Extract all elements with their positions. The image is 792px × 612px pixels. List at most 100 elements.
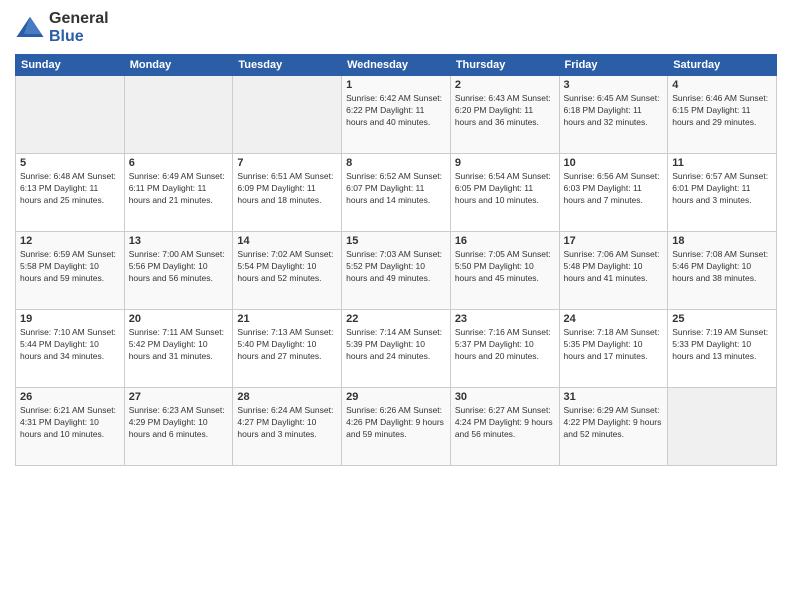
calendar-cell: 28 Sunrise: 6:24 AM Sunset: 4:27 PM Dayli… bbox=[233, 388, 342, 466]
day-number: 7 bbox=[237, 157, 337, 169]
day-number: 30 bbox=[455, 391, 555, 403]
day-detail: Sunrise: 6:51 AM Sunset: 6:09 PM Dayligh… bbox=[237, 171, 337, 207]
calendar-cell: 7 Sunrise: 6:51 AM Sunset: 6:09 PM Daylig… bbox=[233, 154, 342, 232]
day-number: 24 bbox=[564, 313, 664, 325]
day-detail: Sunrise: 7:03 AM Sunset: 5:52 PM Dayligh… bbox=[346, 249, 446, 285]
day-number: 15 bbox=[346, 235, 446, 247]
day-header-monday: Monday bbox=[124, 55, 233, 76]
day-number: 23 bbox=[455, 313, 555, 325]
calendar-cell: 5 Sunrise: 6:48 AM Sunset: 6:13 PM Daylig… bbox=[16, 154, 125, 232]
calendar-table: SundayMondayTuesdayWednesdayThursdayFrid… bbox=[15, 54, 777, 466]
calendar-cell bbox=[668, 388, 777, 466]
day-number: 20 bbox=[129, 313, 229, 325]
day-number: 27 bbox=[129, 391, 229, 403]
day-number: 21 bbox=[237, 313, 337, 325]
day-number: 1 bbox=[346, 79, 446, 91]
calendar-cell: 25 Sunrise: 7:19 AM Sunset: 5:33 PM Dayli… bbox=[668, 310, 777, 388]
day-detail: Sunrise: 6:56 AM Sunset: 6:03 PM Dayligh… bbox=[564, 171, 664, 207]
calendar-cell: 9Sunrise: 6:54 AM Sunset: 6:05 PM Daylig… bbox=[450, 154, 559, 232]
day-detail: Sunrise: 7:14 AM Sunset: 5:39 PM Dayligh… bbox=[346, 327, 446, 363]
day-detail: Sunrise: 6:26 AM Sunset: 4:26 PM Dayligh… bbox=[346, 405, 446, 441]
day-detail: Sunrise: 7:18 AM Sunset: 5:35 PM Dayligh… bbox=[564, 327, 664, 363]
day-detail: Sunrise: 7:19 AM Sunset: 5:33 PM Dayligh… bbox=[672, 327, 772, 363]
calendar-cell: 14 Sunrise: 7:02 AM Sunset: 5:54 PM Dayli… bbox=[233, 232, 342, 310]
day-header-friday: Friday bbox=[559, 55, 668, 76]
day-number: 8 bbox=[346, 157, 446, 169]
calendar-cell: 8 Sunrise: 6:52 AM Sunset: 6:07 PM Daylig… bbox=[342, 154, 451, 232]
calendar-cell bbox=[124, 76, 233, 154]
day-detail: Sunrise: 6:54 AM Sunset: 6:05 PM Dayligh… bbox=[455, 171, 555, 207]
day-number: 25 bbox=[672, 313, 772, 325]
calendar-cell: 23 Sunrise: 7:16 AM Sunset: 5:37 PM Dayli… bbox=[450, 310, 559, 388]
calendar-cell: 17 Sunrise: 7:06 AM Sunset: 5:48 PM Dayli… bbox=[559, 232, 668, 310]
day-number: 5 bbox=[20, 157, 120, 169]
calendar-cell: 12 Sunrise: 6:59 AM Sunset: 5:58 PM Dayli… bbox=[16, 232, 125, 310]
header: General Blue bbox=[15, 10, 777, 46]
day-number: 28 bbox=[237, 391, 337, 403]
day-number: 17 bbox=[564, 235, 664, 247]
day-number: 16 bbox=[455, 235, 555, 247]
day-number: 2 bbox=[455, 79, 555, 91]
day-number: 10 bbox=[564, 157, 664, 169]
day-number: 13 bbox=[129, 235, 229, 247]
calendar-cell: 19 Sunrise: 7:10 AM Sunset: 5:44 PM Dayli… bbox=[16, 310, 125, 388]
day-number: 11 bbox=[672, 157, 772, 169]
day-detail: Sunrise: 7:05 AM Sunset: 5:50 PM Dayligh… bbox=[455, 249, 555, 285]
day-number: 12 bbox=[20, 235, 120, 247]
calendar-cell: 18Sunrise: 7:08 AM Sunset: 5:46 PM Dayli… bbox=[668, 232, 777, 310]
calendar-cell: 10 Sunrise: 6:56 AM Sunset: 6:03 PM Dayli… bbox=[559, 154, 668, 232]
calendar-cell: 21 Sunrise: 7:13 AM Sunset: 5:40 PM Dayli… bbox=[233, 310, 342, 388]
day-detail: Sunrise: 6:27 AM Sunset: 4:24 PM Dayligh… bbox=[455, 405, 555, 441]
day-number: 31 bbox=[564, 391, 664, 403]
calendar-cell: 30 Sunrise: 6:27 AM Sunset: 4:24 PM Dayli… bbox=[450, 388, 559, 466]
week-row-1: 1 Sunrise: 6:42 AM Sunset: 6:22 PM Daylig… bbox=[16, 76, 777, 154]
day-detail: Sunrise: 7:11 AM Sunset: 5:42 PM Dayligh… bbox=[129, 327, 229, 363]
calendar-cell: 22 Sunrise: 7:14 AM Sunset: 5:39 PM Dayli… bbox=[342, 310, 451, 388]
day-detail: Sunrise: 6:57 AM Sunset: 6:01 PM Dayligh… bbox=[672, 171, 772, 207]
day-detail: Sunrise: 6:52 AM Sunset: 6:07 PM Dayligh… bbox=[346, 171, 446, 207]
day-number: 26 bbox=[20, 391, 120, 403]
day-number: 3 bbox=[564, 79, 664, 91]
calendar-cell: 20 Sunrise: 7:11 AM Sunset: 5:42 PM Dayli… bbox=[124, 310, 233, 388]
day-number: 14 bbox=[237, 235, 337, 247]
calendar-cell: 4Sunrise: 6:46 AM Sunset: 6:15 PM Daylig… bbox=[668, 76, 777, 154]
calendar-cell bbox=[16, 76, 125, 154]
day-detail: Sunrise: 6:29 AM Sunset: 4:22 PM Dayligh… bbox=[564, 405, 664, 441]
day-number: 4 bbox=[672, 79, 772, 91]
day-header-sunday: Sunday bbox=[16, 55, 125, 76]
day-detail: Sunrise: 7:16 AM Sunset: 5:37 PM Dayligh… bbox=[455, 327, 555, 363]
day-detail: Sunrise: 6:49 AM Sunset: 6:11 PM Dayligh… bbox=[129, 171, 229, 207]
week-row-3: 12 Sunrise: 6:59 AM Sunset: 5:58 PM Dayli… bbox=[16, 232, 777, 310]
day-detail: Sunrise: 7:10 AM Sunset: 5:44 PM Dayligh… bbox=[20, 327, 120, 363]
calendar-cell: 16 Sunrise: 7:05 AM Sunset: 5:50 PM Dayli… bbox=[450, 232, 559, 310]
calendar-cell: 1 Sunrise: 6:42 AM Sunset: 6:22 PM Daylig… bbox=[342, 76, 451, 154]
logo-icon bbox=[15, 13, 45, 43]
page: General Blue SundayMondayTuesdayWednesda… bbox=[0, 0, 792, 612]
day-header-wednesday: Wednesday bbox=[342, 55, 451, 76]
day-detail: Sunrise: 7:06 AM Sunset: 5:48 PM Dayligh… bbox=[564, 249, 664, 285]
day-detail: Sunrise: 6:48 AM Sunset: 6:13 PM Dayligh… bbox=[20, 171, 120, 207]
logo-text: General Blue bbox=[49, 10, 109, 46]
day-detail: Sunrise: 6:42 AM Sunset: 6:22 PM Dayligh… bbox=[346, 93, 446, 129]
day-header-thursday: Thursday bbox=[450, 55, 559, 76]
day-detail: Sunrise: 7:13 AM Sunset: 5:40 PM Dayligh… bbox=[237, 327, 337, 363]
calendar-cell: 15 Sunrise: 7:03 AM Sunset: 5:52 PM Dayli… bbox=[342, 232, 451, 310]
week-row-4: 19 Sunrise: 7:10 AM Sunset: 5:44 PM Dayli… bbox=[16, 310, 777, 388]
day-number: 22 bbox=[346, 313, 446, 325]
day-detail: Sunrise: 6:24 AM Sunset: 4:27 PM Dayligh… bbox=[237, 405, 337, 441]
day-detail: Sunrise: 6:59 AM Sunset: 5:58 PM Dayligh… bbox=[20, 249, 120, 285]
day-header-tuesday: Tuesday bbox=[233, 55, 342, 76]
day-number: 19 bbox=[20, 313, 120, 325]
calendar-cell: 24 Sunrise: 7:18 AM Sunset: 5:35 PM Dayli… bbox=[559, 310, 668, 388]
day-detail: Sunrise: 6:23 AM Sunset: 4:29 PM Dayligh… bbox=[129, 405, 229, 441]
calendar-cell: 29 Sunrise: 6:26 AM Sunset: 4:26 PM Dayli… bbox=[342, 388, 451, 466]
calendar-cell bbox=[233, 76, 342, 154]
day-detail: Sunrise: 7:00 AM Sunset: 5:56 PM Dayligh… bbox=[129, 249, 229, 285]
day-detail: Sunrise: 7:02 AM Sunset: 5:54 PM Dayligh… bbox=[237, 249, 337, 285]
calendar-cell: 26Sunrise: 6:21 AM Sunset: 4:31 PM Dayli… bbox=[16, 388, 125, 466]
calendar-cell: 13 Sunrise: 7:00 AM Sunset: 5:56 PM Dayli… bbox=[124, 232, 233, 310]
day-number: 29 bbox=[346, 391, 446, 403]
calendar-cell: 2 Sunrise: 6:43 AM Sunset: 6:20 PM Daylig… bbox=[450, 76, 559, 154]
day-detail: Sunrise: 6:43 AM Sunset: 6:20 PM Dayligh… bbox=[455, 93, 555, 129]
calendar-cell: 27 Sunrise: 6:23 AM Sunset: 4:29 PM Dayli… bbox=[124, 388, 233, 466]
